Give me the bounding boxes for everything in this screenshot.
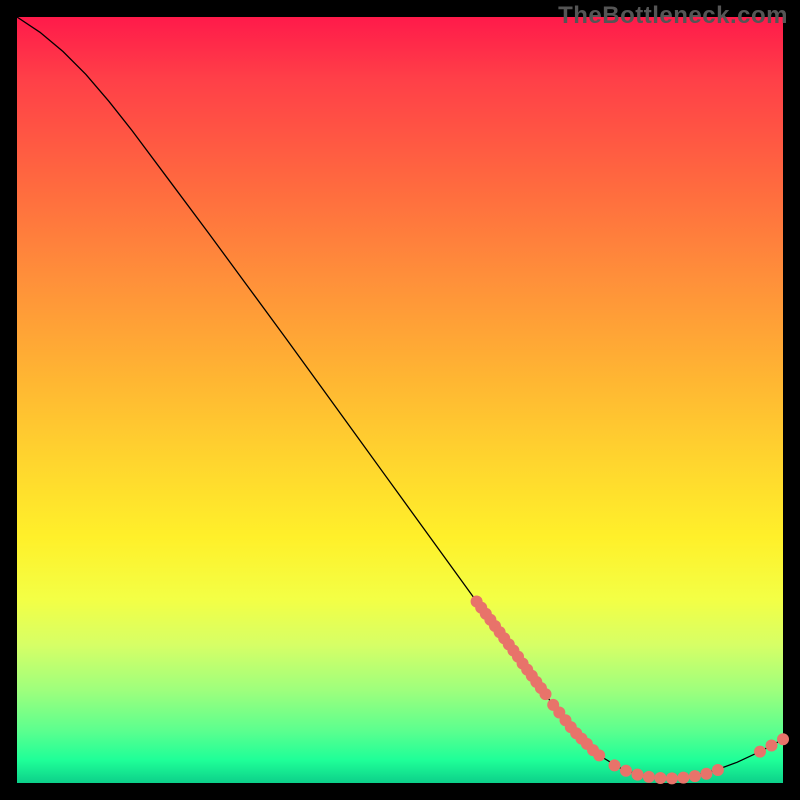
data-point [643,771,655,783]
data-point [666,772,678,784]
data-point [689,770,701,782]
data-points [471,596,789,785]
plot-area [17,17,783,783]
watermark-text: TheBottleneck.com [558,2,788,30]
data-point [593,749,605,761]
data-point [632,769,644,781]
data-point [754,746,766,758]
data-point [700,768,712,780]
chart-svg [17,17,783,783]
data-point [620,765,632,777]
data-point [712,764,724,776]
data-point [777,733,789,745]
data-point [766,740,778,752]
data-point [540,688,552,700]
data-point [609,759,621,771]
data-point [677,772,689,784]
data-point [654,772,666,784]
chart-frame: TheBottleneck.com [0,0,800,800]
bottleneck-curve [17,17,783,778]
